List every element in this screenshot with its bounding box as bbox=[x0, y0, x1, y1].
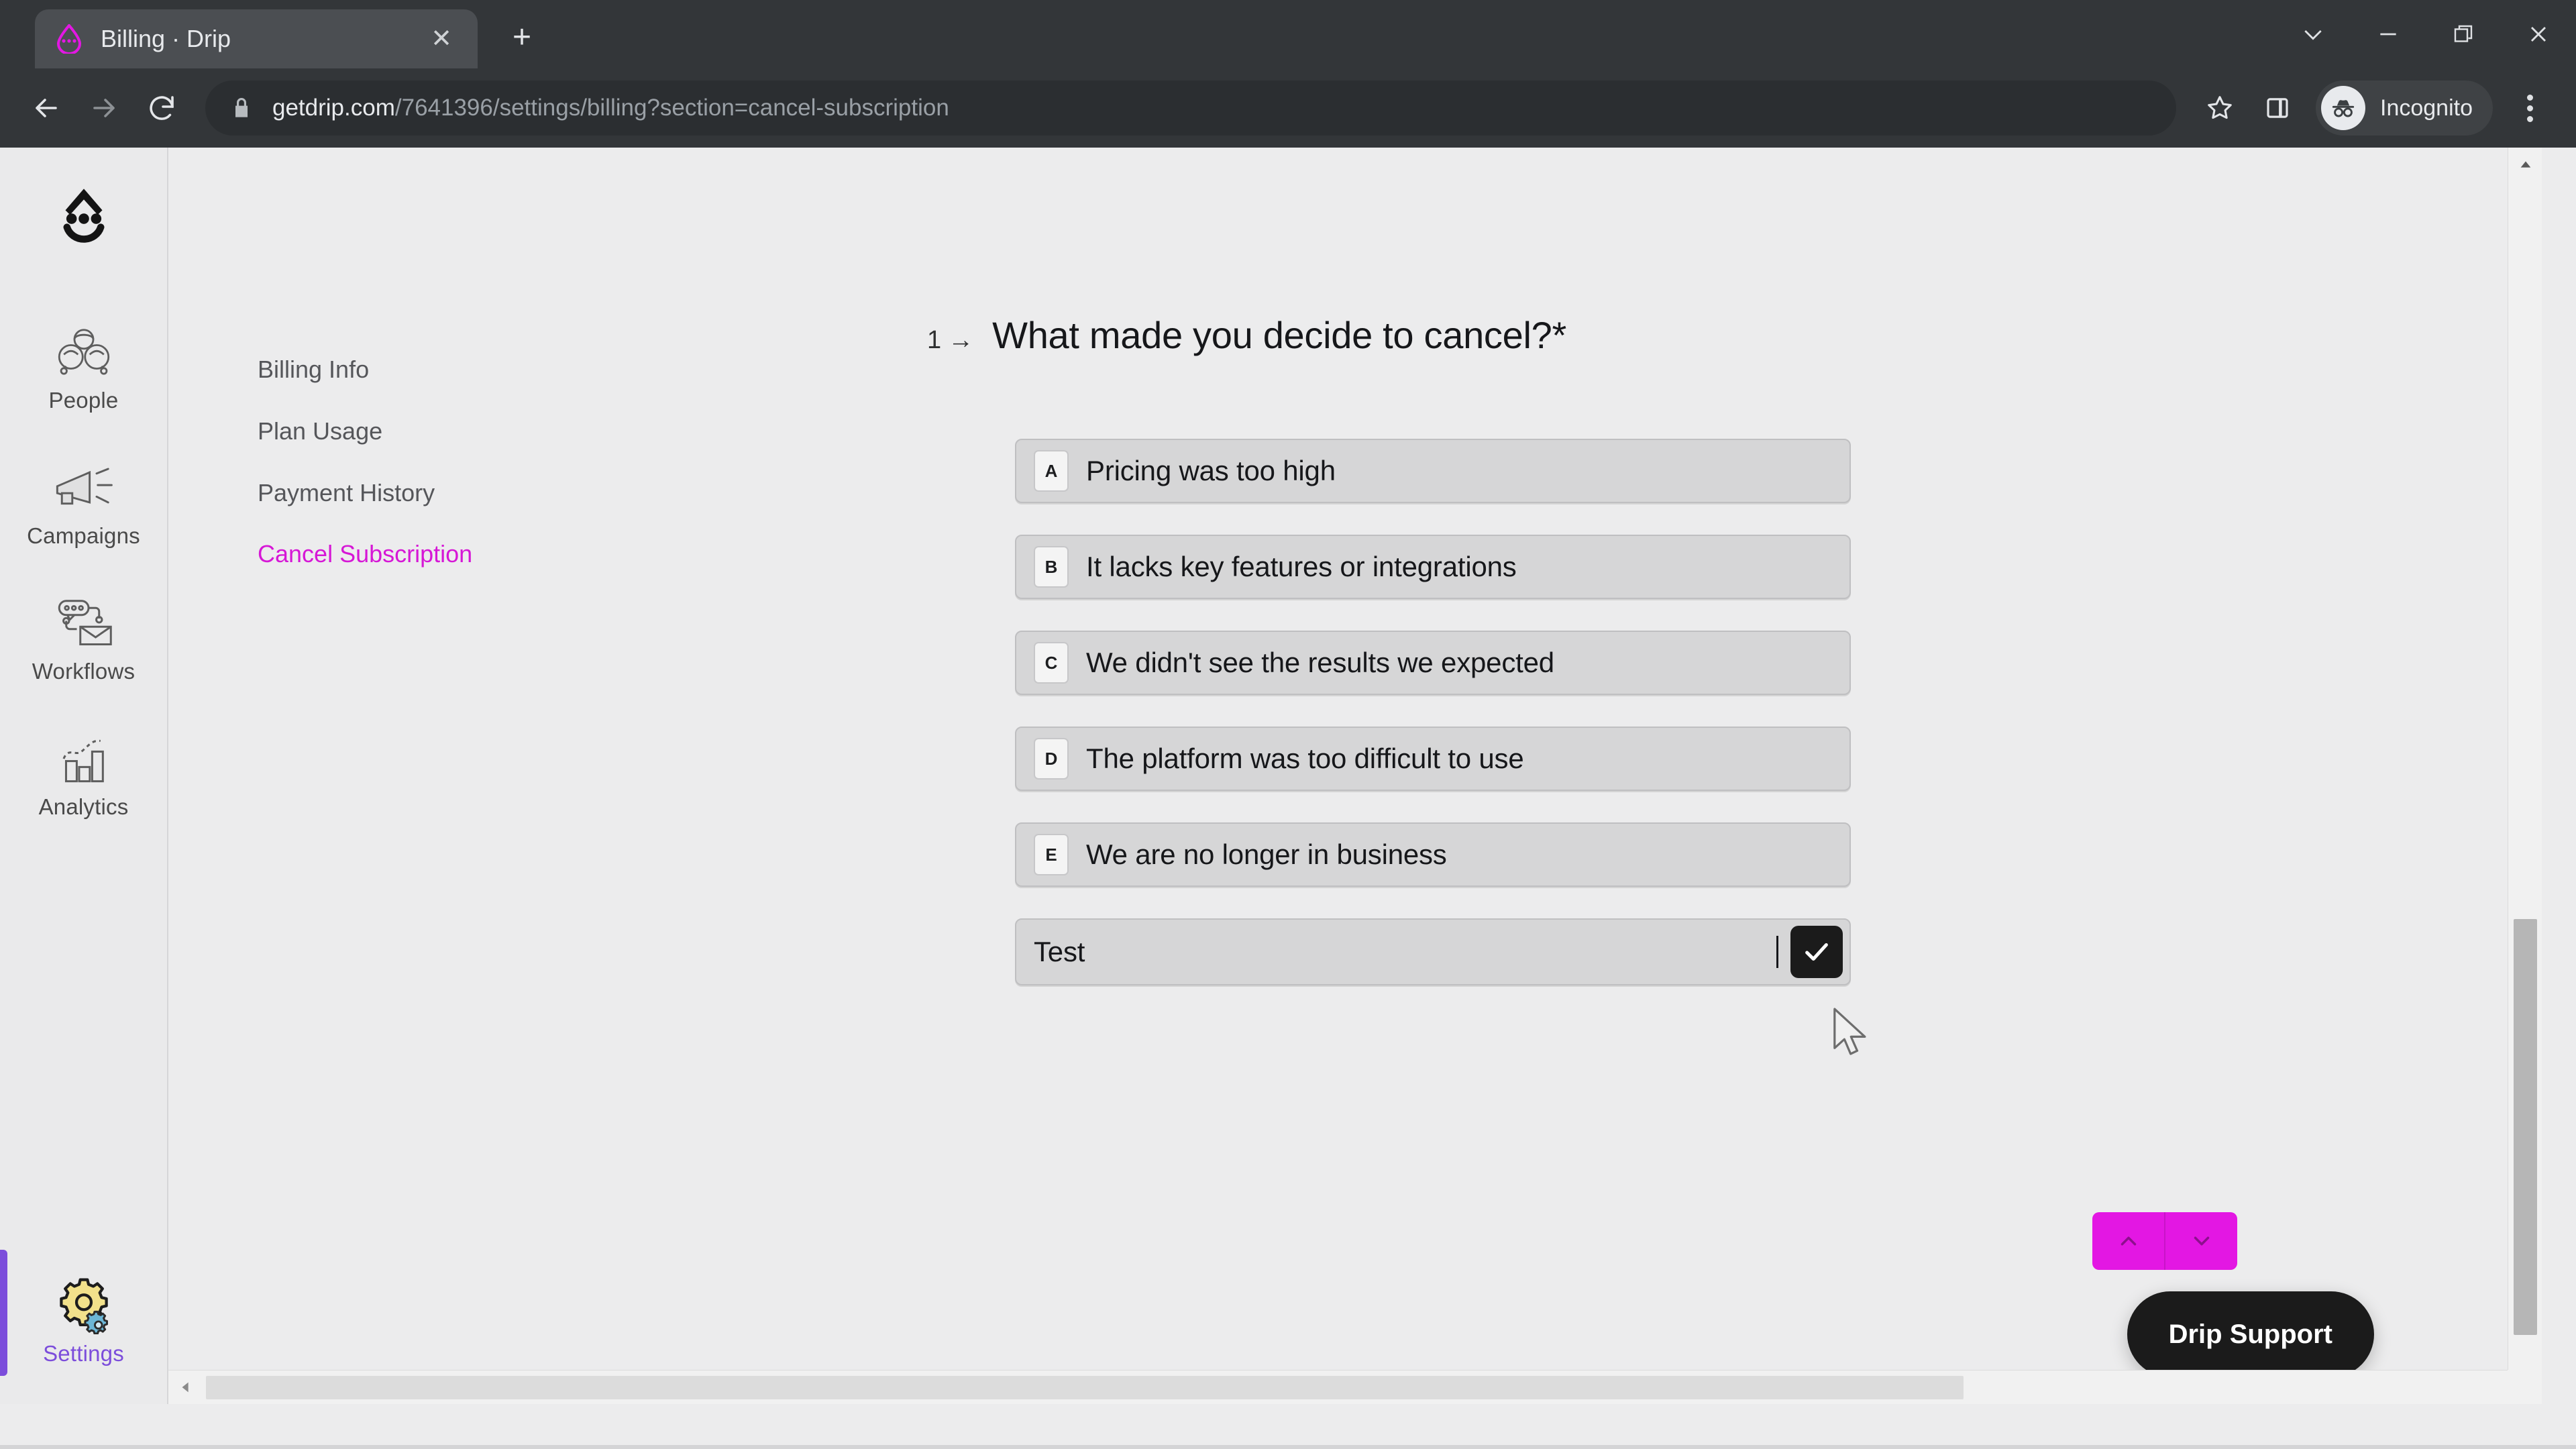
sidebar-item-analytics[interactable]: Analytics bbox=[0, 699, 168, 835]
minimize-button[interactable] bbox=[2351, 0, 2426, 68]
address-bar[interactable]: getdrip.com/7641396/settings/billing?sec… bbox=[205, 80, 2176, 136]
reload-button[interactable] bbox=[133, 79, 191, 137]
subnav-item-cancel-subscription[interactable]: Cancel Subscription bbox=[258, 540, 479, 568]
option-label-c: We didn't see the results we expected bbox=[1086, 647, 1554, 678]
option-d[interactable]: D The platform was too difficult to use bbox=[1015, 727, 1851, 791]
close-icon[interactable]: ✕ bbox=[424, 21, 459, 56]
chevron-down-icon[interactable] bbox=[2165, 1212, 2237, 1270]
sidebar-item-people[interactable]: People bbox=[0, 292, 168, 428]
url-path: /7641396/settings/billing?section=cancel… bbox=[394, 95, 949, 121]
text-caret bbox=[1776, 936, 1778, 968]
sidebar-label-workflows: Workflows bbox=[32, 659, 136, 684]
option-label-b: It lacks key features or integrations bbox=[1086, 551, 1517, 582]
tab-strip: Billing · Drip ✕ + bbox=[0, 0, 2576, 68]
gear-icon bbox=[53, 1263, 115, 1334]
scroll-left-arrow-icon[interactable] bbox=[168, 1371, 203, 1405]
question-number-value: 1 bbox=[927, 326, 942, 354]
star-icon[interactable] bbox=[2191, 79, 2249, 137]
maximize-button[interactable] bbox=[2426, 0, 2501, 68]
option-key-b: B bbox=[1034, 546, 1069, 588]
option-c[interactable]: C We didn't see the results we expected bbox=[1015, 631, 1851, 695]
incognito-hat-glasses-icon bbox=[2321, 86, 2365, 130]
lock-icon bbox=[228, 95, 255, 121]
side-panel-icon[interactable] bbox=[2249, 79, 2306, 137]
option-key-a: A bbox=[1034, 450, 1069, 492]
submit-answer-button[interactable] bbox=[1790, 926, 1843, 978]
tab-search-button[interactable] bbox=[2275, 0, 2351, 68]
horizontal-scrollbar[interactable] bbox=[168, 1370, 2542, 1404]
toolbar-right-actions: Incognito bbox=[2191, 79, 2559, 137]
option-b[interactable]: B It lacks key features or integrations bbox=[1015, 535, 1851, 599]
forward-button[interactable] bbox=[75, 79, 133, 137]
tab-title: Billing · Drip bbox=[101, 25, 231, 52]
drip-support-label: Drip Support bbox=[2168, 1319, 2332, 1349]
question-header: 1 → What made you decide to cancel?* bbox=[927, 313, 1566, 357]
arrow-right-icon: → bbox=[948, 326, 974, 354]
drip-app: People Campaigns Workflows Analytics Set… bbox=[0, 148, 2542, 1404]
scroll-up-arrow-icon[interactable] bbox=[2508, 148, 2542, 182]
taskbar-edge bbox=[0, 1445, 2576, 1449]
option-key-d: D bbox=[1034, 738, 1069, 780]
new-tab-button[interactable]: + bbox=[496, 12, 547, 63]
question-number: 1 → bbox=[927, 326, 973, 355]
kebab-menu-icon[interactable] bbox=[2501, 79, 2559, 137]
sidebar-label-people: People bbox=[48, 388, 119, 413]
workflow-icon bbox=[51, 581, 117, 652]
sidebar-item-workflows[interactable]: Workflows bbox=[0, 564, 168, 699]
incognito-label: Incognito bbox=[2380, 95, 2473, 121]
settings-subnav: Billing Info Plan Usage Payment History … bbox=[258, 356, 479, 602]
drip-logo-icon[interactable] bbox=[44, 173, 124, 254]
profile-incognito-button[interactable]: Incognito bbox=[2316, 80, 2493, 136]
browser-window: Billing · Drip ✕ + getdrip.com/7641396/s… bbox=[0, 0, 2576, 1449]
option-a[interactable]: A Pricing was too high bbox=[1015, 439, 1851, 503]
option-label-a: Pricing was too high bbox=[1086, 455, 1336, 486]
option-key-e: E bbox=[1034, 834, 1069, 875]
sidebar-label-analytics: Analytics bbox=[38, 794, 129, 819]
vertical-scrollbar[interactable] bbox=[2508, 148, 2542, 1404]
support-nav-arrows[interactable] bbox=[2092, 1212, 2237, 1270]
option-list: A Pricing was too high B It lacks key fe… bbox=[1015, 439, 1851, 985]
sidebar-label-campaigns: Campaigns bbox=[27, 523, 140, 548]
mouse-cursor bbox=[1831, 1007, 1874, 1058]
megaphone-icon bbox=[50, 445, 117, 517]
sidebar-item-campaigns[interactable]: Campaigns bbox=[0, 428, 168, 564]
subnav-item-plan-usage[interactable]: Plan Usage bbox=[258, 417, 479, 445]
option-e[interactable]: E We are no longer in business bbox=[1015, 822, 1851, 887]
bar-chart-icon bbox=[53, 716, 115, 788]
drip-support-button[interactable]: Drip Support bbox=[2127, 1291, 2374, 1377]
window-controls bbox=[2275, 0, 2576, 68]
settings-content: Billing Info Plan Usage Payment History … bbox=[168, 148, 2542, 1404]
drip-droplet-icon bbox=[54, 23, 85, 54]
chevron-up-icon[interactable] bbox=[2092, 1212, 2165, 1270]
browser-toolbar: getdrip.com/7641396/settings/billing?sec… bbox=[0, 68, 2576, 148]
option-key-c: C bbox=[1034, 642, 1069, 684]
back-button[interactable] bbox=[17, 79, 75, 137]
subnav-item-billing-info[interactable]: Billing Info bbox=[258, 356, 479, 384]
page-viewport: People Campaigns Workflows Analytics Set… bbox=[0, 148, 2576, 1449]
browser-tab[interactable]: Billing · Drip ✕ bbox=[35, 9, 478, 68]
sidebar-label-settings: Settings bbox=[43, 1341, 124, 1366]
people-icon bbox=[51, 310, 117, 381]
vertical-scrollbar-thumb[interactable] bbox=[2514, 919, 2537, 1335]
close-window-button[interactable] bbox=[2501, 0, 2576, 68]
subnav-item-payment-history[interactable]: Payment History bbox=[258, 479, 479, 507]
horizontal-scrollbar-thumb[interactable] bbox=[206, 1376, 1964, 1399]
other-answer-row[interactable] bbox=[1015, 918, 1851, 985]
primary-nav-rail: People Campaigns Workflows Analytics Set… bbox=[0, 148, 168, 1404]
other-answer-input[interactable] bbox=[1034, 936, 1779, 968]
url-domain: getdrip.com bbox=[272, 95, 395, 121]
url-text: getdrip.com/7641396/settings/billing?sec… bbox=[272, 95, 949, 121]
sidebar-item-settings[interactable]: Settings bbox=[0, 1246, 168, 1381]
option-label-d: The platform was too difficult to use bbox=[1086, 743, 1524, 774]
question-text: What made you decide to cancel?* bbox=[992, 314, 1566, 356]
scrollbar-corner bbox=[2508, 1370, 2542, 1404]
option-label-e: We are no longer in business bbox=[1086, 839, 1447, 870]
